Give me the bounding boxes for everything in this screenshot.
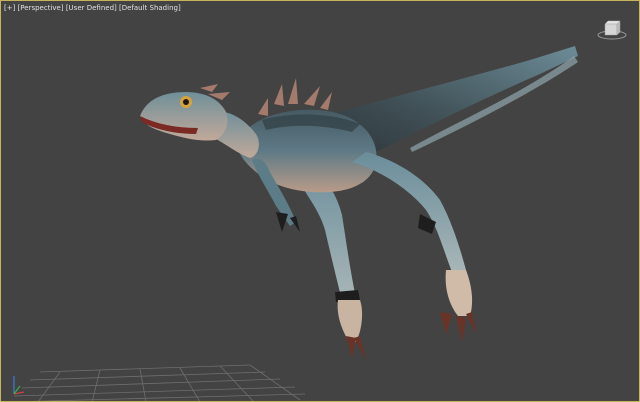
home-grid bbox=[7, 364, 306, 402]
axis-tripod-icon bbox=[13, 376, 25, 395]
viewport-point-of-view-menu[interactable]: [Perspective] bbox=[18, 4, 64, 12]
viewport-label-menu: [+] [Perspective] [User Defined] [Defaul… bbox=[4, 3, 181, 13]
viewport-general-menu[interactable]: [+] bbox=[4, 4, 15, 12]
viewport-standard-menu[interactable]: [User Defined] bbox=[66, 4, 117, 12]
scene-canvas[interactable] bbox=[0, 0, 640, 402]
raptor-right-leg bbox=[352, 152, 476, 342]
viewcube-icon[interactable] bbox=[596, 18, 628, 40]
raptor-body bbox=[237, 109, 377, 193]
viewport-shading-menu[interactable]: [Default Shading] bbox=[119, 4, 181, 12]
perspective-viewport[interactable]: [+] [Perspective] [User Defined] [Defaul… bbox=[0, 0, 640, 402]
